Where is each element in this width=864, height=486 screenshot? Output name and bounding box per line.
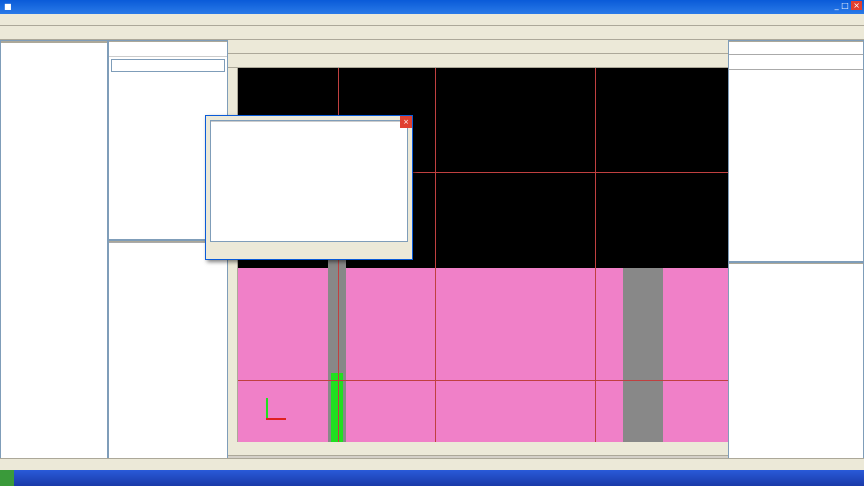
dialog-close-icon[interactable]: × <box>400 116 412 128</box>
minimize-icon[interactable]: _ <box>835 1 839 10</box>
grid-line <box>595 68 596 442</box>
ucs-icon <box>262 398 286 422</box>
module-navigator-panel <box>0 40 108 460</box>
drawing-manager-panel <box>728 40 864 262</box>
title-bar: ■ <box>0 0 864 14</box>
pillar-region <box>623 268 663 442</box>
property-editor-panel <box>108 240 228 460</box>
toolbar-draw-tools <box>228 54 728 68</box>
toolbar-main <box>0 26 864 40</box>
window-controls[interactable]: _ □ × <box>820 1 862 13</box>
app-icon: ■ <box>4 2 12 11</box>
component-search-input[interactable] <box>111 59 225 72</box>
taskbar <box>0 470 864 486</box>
maximize-icon[interactable]: □ <box>841 1 849 10</box>
cad-layers-title <box>729 263 863 264</box>
start-button[interactable] <box>0 470 14 486</box>
grid-line <box>435 68 436 442</box>
menu-bar <box>0 14 864 26</box>
cad-layers-panel <box>728 262 864 460</box>
toolbar-drawing <box>228 40 728 54</box>
selected-wall-segment[interactable] <box>331 373 343 442</box>
status-bar <box>0 458 864 470</box>
coordinate-bar <box>228 442 728 456</box>
extract-component-dialog: × <box>205 115 413 260</box>
grid-line <box>238 380 728 381</box>
module-tree <box>1 43 107 45</box>
close-icon[interactable]: × <box>851 1 862 10</box>
